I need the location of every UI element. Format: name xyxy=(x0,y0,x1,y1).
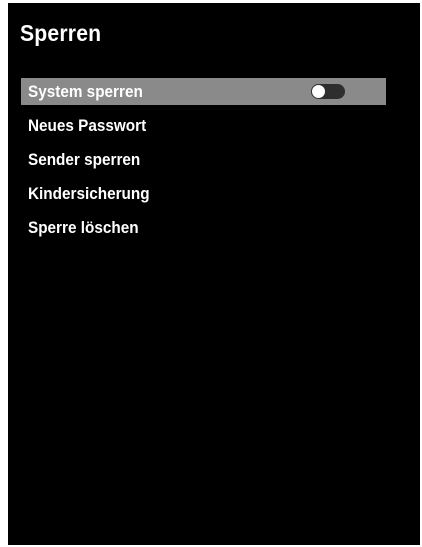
menu-item-clear-lock[interactable]: Sperre löschen xyxy=(21,214,386,241)
menu-item-system-lock[interactable]: System sperren xyxy=(21,78,386,105)
page-title: Sperren xyxy=(20,20,102,46)
lock-menu: System sperren Neues Passwort Sender spe… xyxy=(21,78,386,248)
menu-item-label: Sender sperren xyxy=(28,150,141,169)
toggle-knob xyxy=(312,85,325,98)
menu-item-new-password[interactable]: Neues Passwort xyxy=(21,112,386,139)
menu-item-channel-lock[interactable]: Sender sperren xyxy=(21,146,386,173)
menu-item-label: Sperre löschen xyxy=(28,218,139,237)
tv-screen: Sperren System sperren Neues Passwort Se… xyxy=(8,3,420,545)
menu-item-label: Kindersicherung xyxy=(28,184,150,203)
system-lock-toggle[interactable] xyxy=(311,84,345,99)
menu-item-label: System sperren xyxy=(28,82,143,101)
menu-item-parental-control[interactable]: Kindersicherung xyxy=(21,180,386,207)
menu-item-label: Neues Passwort xyxy=(28,116,147,135)
